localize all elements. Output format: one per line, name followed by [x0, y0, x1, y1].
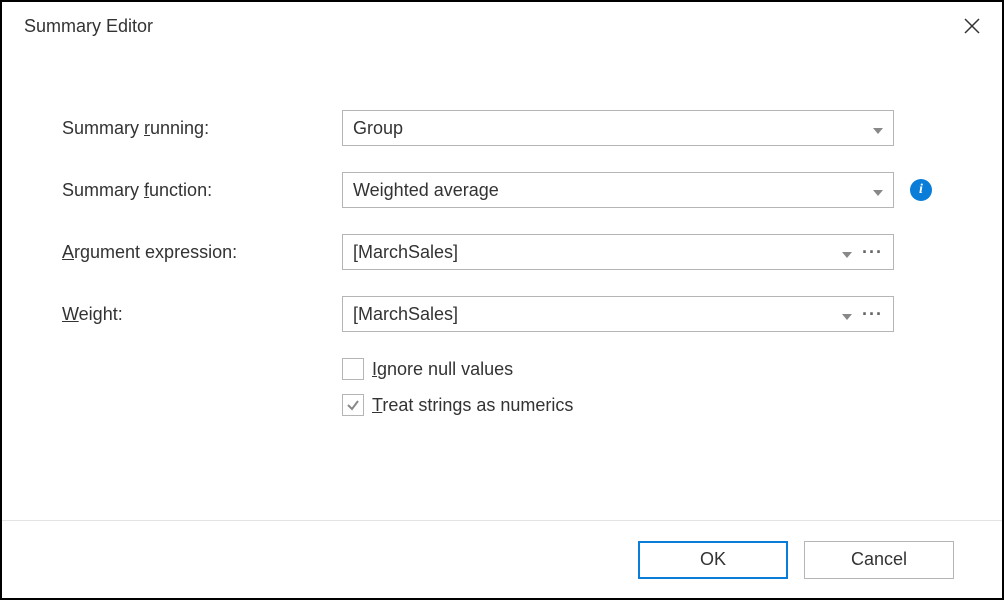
info-icon[interactable]: i [910, 179, 932, 201]
summary-running-row: Summary running: Group [62, 110, 932, 146]
weight-field-wrap: [MarchSales] ··· [342, 296, 932, 332]
ignore-null-checkbox[interactable] [342, 358, 364, 380]
summary-running-combo[interactable]: Group [342, 110, 894, 146]
summary-function-value: Weighted average [353, 180, 867, 201]
summary-editor-dialog: Summary Editor Summary running: Group [0, 0, 1004, 600]
chevron-down-icon [873, 180, 883, 201]
argument-expression-combo[interactable]: [MarchSales] ··· [342, 234, 894, 270]
ellipsis-button[interactable]: ··· [862, 304, 883, 325]
close-button[interactable] [958, 12, 986, 40]
treat-strings-label: Treat strings as numerics [372, 395, 573, 416]
argument-expression-value: [MarchSales] [353, 242, 836, 263]
ignore-null-row: Ignore null values [342, 358, 932, 380]
ok-button[interactable]: OK [638, 541, 788, 579]
ignore-null-label: Ignore null values [372, 359, 513, 380]
summary-running-label: Summary running: [62, 118, 342, 139]
summary-function-combo[interactable]: Weighted average [342, 172, 894, 208]
argument-expression-label: Argument expression: [62, 242, 342, 263]
checkmark-icon [346, 398, 360, 412]
close-icon [964, 18, 980, 34]
cancel-button[interactable]: Cancel [804, 541, 954, 579]
ellipsis-button[interactable]: ··· [862, 242, 883, 263]
weight-row: Weight: [MarchSales] ··· [62, 296, 932, 332]
dialog-title: Summary Editor [24, 16, 153, 37]
titlebar: Summary Editor [2, 2, 1002, 50]
summary-running-field-wrap: Group [342, 110, 932, 146]
dialog-footer: OK Cancel [2, 520, 1002, 598]
treat-strings-row: Treat strings as numerics [342, 394, 932, 416]
argument-expression-row: Argument expression: [MarchSales] ··· [62, 234, 932, 270]
chevron-down-icon [873, 118, 883, 139]
summary-function-row: Summary function: Weighted average i [62, 172, 932, 208]
summary-function-label: Summary function: [62, 180, 342, 201]
weight-label: Weight: [62, 304, 342, 325]
weight-value: [MarchSales] [353, 304, 836, 325]
chevron-down-icon [842, 304, 852, 325]
treat-strings-checkbox[interactable] [342, 394, 364, 416]
weight-combo[interactable]: [MarchSales] ··· [342, 296, 894, 332]
summary-running-value: Group [353, 118, 867, 139]
argument-expression-field-wrap: [MarchSales] ··· [342, 234, 932, 270]
dialog-content: Summary running: Group Summary function:… [2, 50, 1002, 520]
summary-function-field-wrap: Weighted average i [342, 172, 932, 208]
chevron-down-icon [842, 242, 852, 263]
